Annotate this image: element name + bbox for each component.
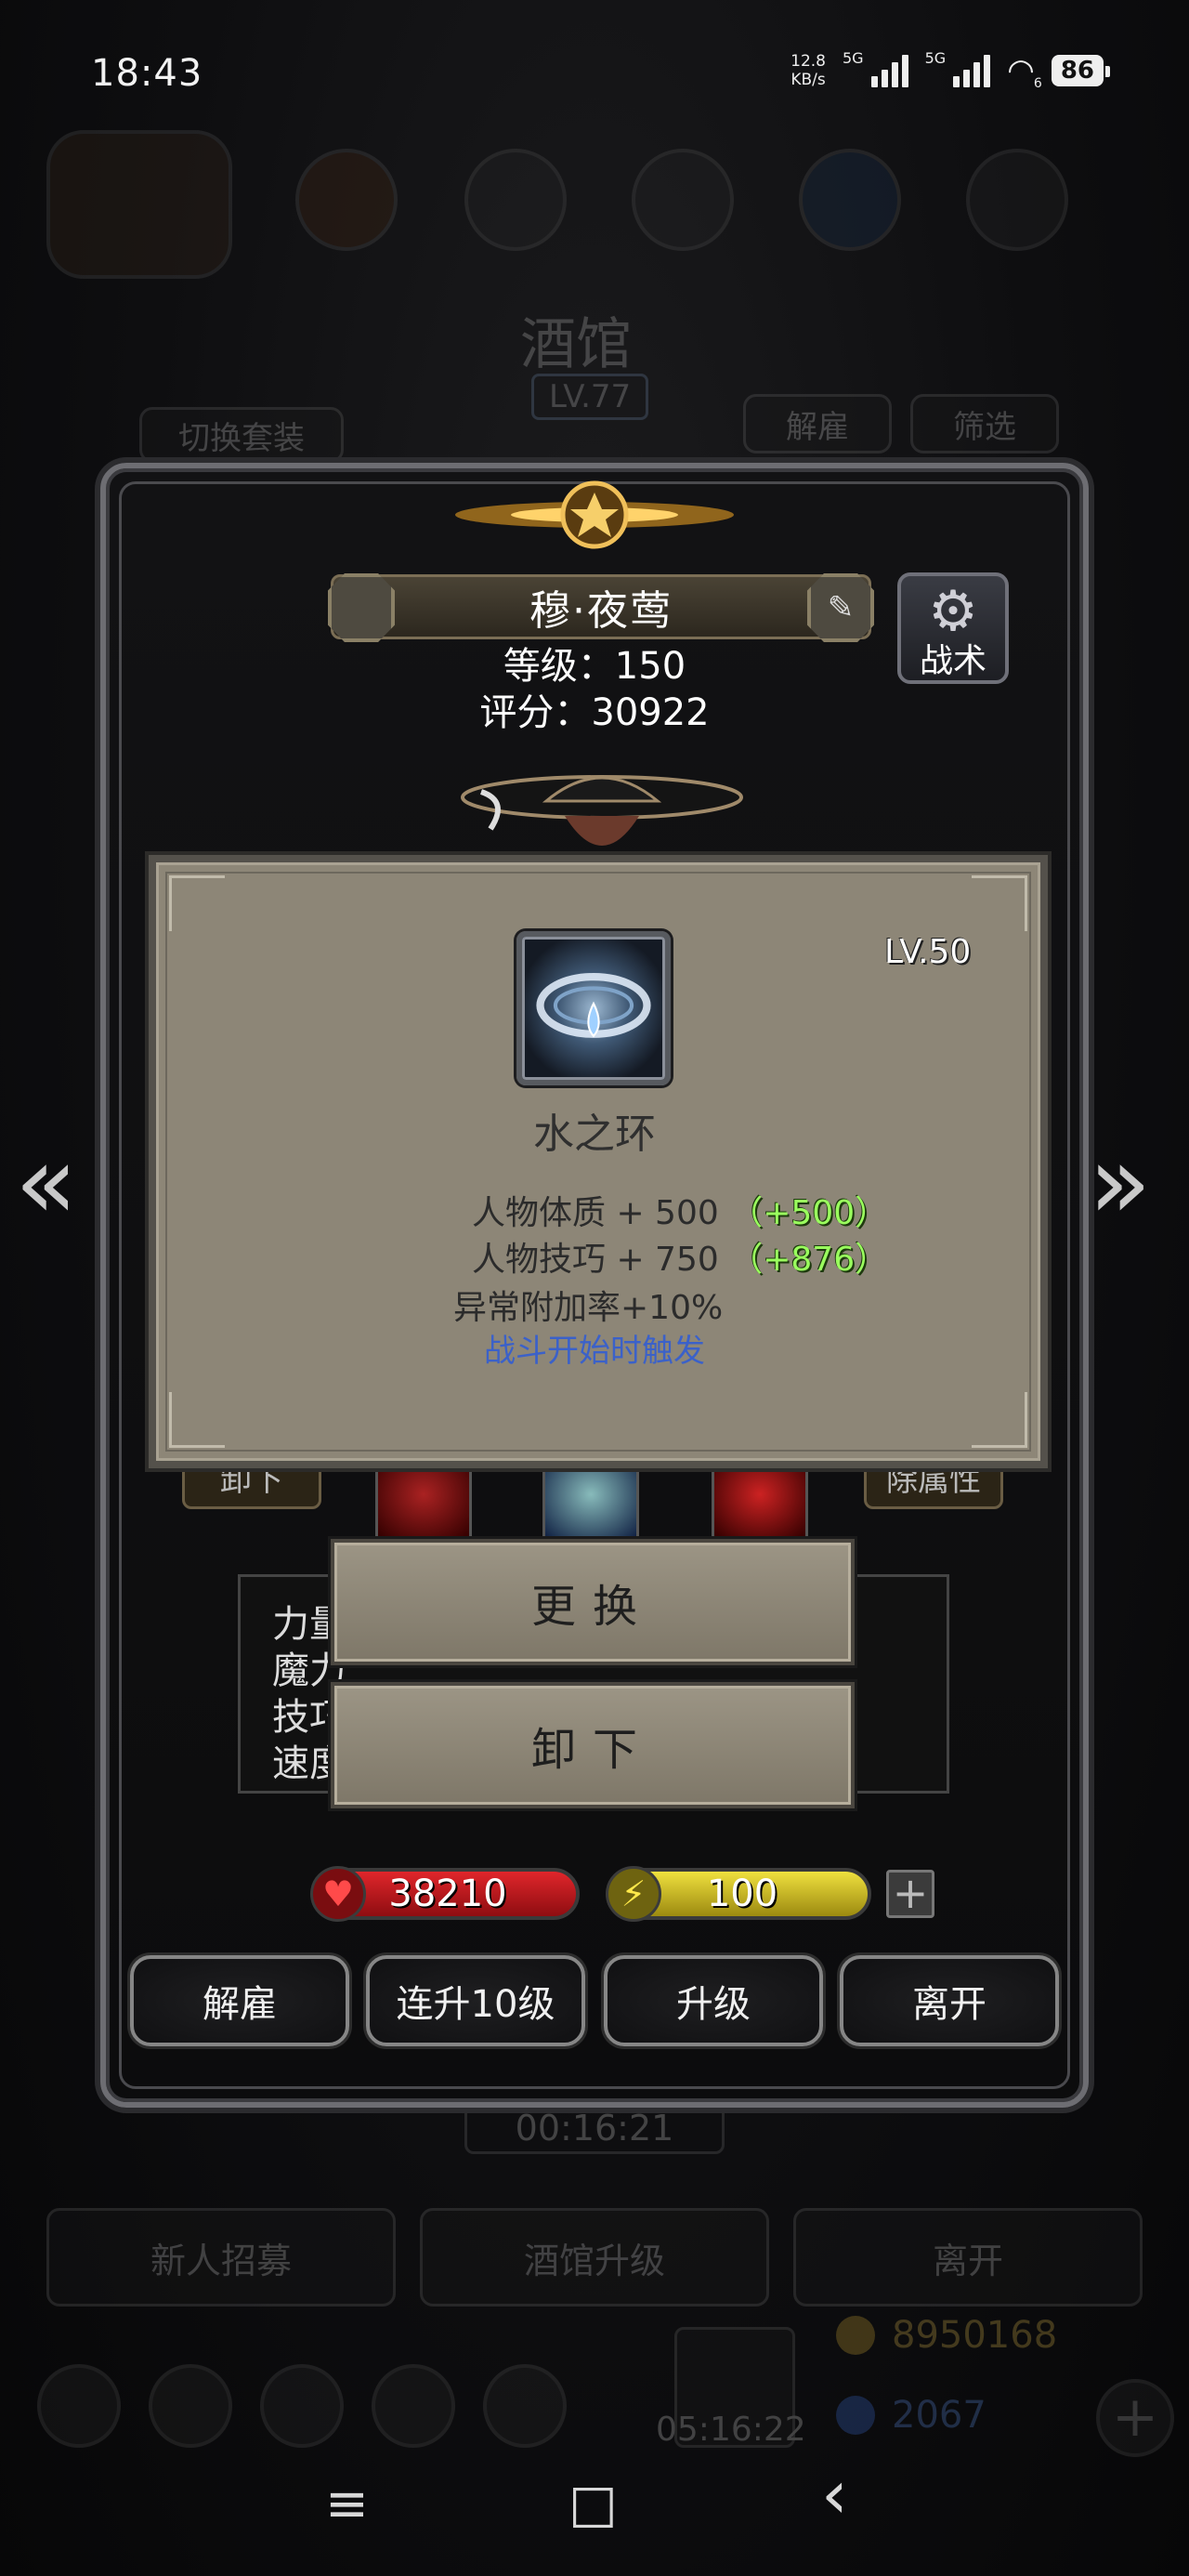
gem-amount: 2067 [892,2394,986,2437]
gold-icon [836,2316,875,2355]
bottom-icon-5[interactable] [483,2364,567,2448]
water-ring-icon [516,931,671,1085]
bottom-icon-3[interactable] [260,2364,344,2448]
replace-button[interactable]: 更换 [331,1539,855,1665]
leave-button[interactable]: 离开 [840,1955,1059,2046]
menu-icon-5 [966,149,1068,251]
corner-ornament [972,875,1027,931]
bg-dismiss-button[interactable]: 解雇 [743,394,892,453]
corner-ornament [972,1392,1027,1448]
item-stat-line: 人物技巧 + 750 （+876） [472,1241,889,1279]
bottom-icon-1[interactable] [37,2364,121,2448]
portrait-icon [46,130,232,279]
tavern-level: LV.77 [531,374,649,420]
bottom-icon-4[interactable] [372,2364,455,2448]
recruit-button[interactable]: 新人招募 [46,2208,396,2307]
edit-name-icon[interactable]: ✎ [807,573,874,642]
menu-icon-4 [799,149,901,251]
home-icon[interactable]: □ [568,2474,618,2534]
emblem-icon [455,480,734,549]
tavern-upgrade-button[interactable]: 酒馆升级 [420,2208,769,2307]
hero-nameplate: 穆·夜莺 ✎ [328,573,874,642]
bg-leave-button[interactable]: 离开 [793,2208,1143,2307]
add-icon[interactable]: + [1096,2379,1174,2457]
gem-icon [836,2396,875,2435]
back-icon[interactable]: ‹ [821,2455,848,2533]
level-up-button[interactable]: 升级 [604,1955,823,2046]
menu-icon-2 [464,149,567,251]
game-screen: { "status_bar": {"time": "18:43", "net_s… [0,0,1189,2576]
menu-icon-1 [295,149,398,251]
item-trigger-text: 战斗开始时触发 [484,1333,705,1370]
level-up-10-button[interactable]: 连升10级 [366,1955,585,2046]
bg-timer: 00:16:21 [464,2102,725,2154]
nameplate-ornament-icon [328,573,395,642]
gold-amount: 8950168 [892,2314,1058,2357]
next-hero-arrow-icon[interactable]: » [1089,1123,1151,1242]
bg-timer-2: 05:16:22 [656,2411,806,2449]
dismiss-button[interactable]: 解雇 [130,1955,349,2046]
tavern-title: 酒馆 [520,312,632,377]
tactic-button[interactable]: ⚙ 战术 [897,572,1009,684]
prev-hero-arrow-icon[interactable]: « [15,1123,77,1242]
filter-button[interactable]: 筛选 [910,394,1059,453]
hero-name: 穆·夜莺 [529,587,673,635]
item-extra-stat: 异常附加率+10% [453,1289,724,1327]
add-energy-button[interactable]: + [886,1870,934,1918]
corner-ornament [169,1392,225,1448]
switch-outfit-button[interactable]: 切换套装 [139,407,344,463]
item-stat-bonus: （+876） [729,1241,889,1279]
item-level: LV.50 [884,933,972,971]
gear-icon: ⚙ [928,579,978,644]
recents-icon[interactable]: ≡ [325,2474,369,2534]
corner-ornament [169,875,225,931]
unequip-button[interactable]: 卸下 [331,1682,855,1808]
item-name: 水之环 [533,1111,656,1158]
hero-score: 评分：30922 [479,691,710,734]
tactic-label: 战术 [919,642,986,680]
heart-icon: ♥ [310,1866,366,1922]
lightning-icon: ⚡ [606,1866,661,1922]
item-stat-line: 人物体质 + 500 （+500） [472,1194,889,1232]
menu-icon-3 [632,149,734,251]
item-stat-bonus: （+500） [729,1194,889,1232]
bottom-icon-2[interactable] [149,2364,232,2448]
